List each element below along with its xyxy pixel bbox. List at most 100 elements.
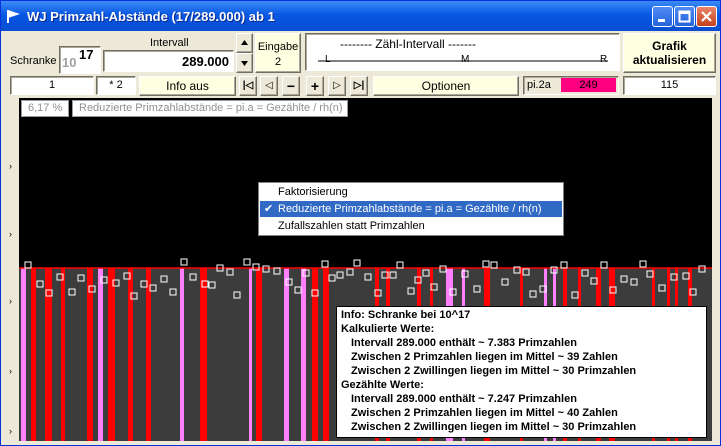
multiplier-field[interactable]: * 2 <box>96 76 136 95</box>
nav-next-button[interactable]: ▷ <box>328 76 346 96</box>
side-arrow-icon[interactable]: › <box>9 229 12 239</box>
plot-marker <box>353 259 361 267</box>
plot-bar-red <box>312 268 318 441</box>
minus-icon: − <box>286 78 296 94</box>
pi-field[interactable]: pi.2a 249 <box>523 76 619 95</box>
plot-bar-red <box>146 268 151 441</box>
nav-last-button[interactable]: ▷| <box>350 76 368 96</box>
info-aus-button[interactable]: Info aus <box>139 76 236 96</box>
start-value: 1 <box>48 79 56 91</box>
plot-bar-pink <box>284 268 289 441</box>
eingabe-label: Eingabe <box>257 41 299 53</box>
plot-bar-red <box>31 268 36 441</box>
plot-marker <box>180 258 188 266</box>
side-arrow-icon[interactable]: › <box>9 426 12 436</box>
zaehl-marker-l: L <box>325 54 331 65</box>
nav-plus-button[interactable]: + <box>306 76 324 96</box>
plot-caption-box: Reduzierte Primzahlabstände = pi.a = Gez… <box>72 100 348 117</box>
plot-bar-pink <box>98 268 103 441</box>
minimize-button[interactable] <box>652 6 673 27</box>
nav-next-icon: ▷ <box>333 80 341 91</box>
plot-bar-red <box>323 268 329 441</box>
plot-marker <box>396 261 404 269</box>
plot-caption: Reduzierte Primzahlabstände = pi.a = Gez… <box>79 102 343 114</box>
nav-prev-icon: ◁ <box>265 80 273 91</box>
schranke-field[interactable]: 10 17 <box>59 46 101 74</box>
info-line: Zwischen 2 Zwillingen liegen im Mittel ~… <box>351 365 637 377</box>
close-icon <box>701 11 712 22</box>
side-arrow-icon[interactable]: › <box>9 366 12 376</box>
plot-bar-red <box>108 268 115 441</box>
plot-marker <box>321 260 329 268</box>
window-title: WJ Primzahl-Abstände (17/289.000) ab 1 <box>27 9 275 24</box>
zaehl-intervall-panel[interactable]: -------- Zähl-Intervall ------- L M R <box>305 33 620 71</box>
nav-minus-button[interactable]: − <box>282 76 300 96</box>
multiplier-value: * 2 <box>109 79 123 91</box>
info-line: Intervall 289.000 enthält ~ 7.247 Primza… <box>351 393 577 405</box>
info-line: Zwischen 2 Zwillingen liegen im Mittel ~… <box>351 421 637 433</box>
count-value: 115 <box>660 79 679 91</box>
plot-marker <box>560 261 568 269</box>
plot-marker <box>490 261 498 269</box>
plot-bar-red <box>61 268 65 441</box>
intervall-label: Intervall <box>150 37 189 49</box>
info-panel: Info: Schranke bei 10^17 Kalkulierte Wer… <box>336 306 707 438</box>
maximize-icon <box>678 10 691 23</box>
plot-bar-red <box>256 268 262 441</box>
maximize-button[interactable] <box>674 6 695 27</box>
zaehl-marker-m: M <box>461 54 470 65</box>
intervall-down-button[interactable] <box>236 53 253 73</box>
pi-label: pi.2a <box>527 79 551 91</box>
app-window: WJ Primzahl-Abstände (17/289.000) ab 1 S… <box>0 0 721 446</box>
schranke-group: Schranke 10 17 Intervall 289.000 <box>4 33 254 75</box>
nav-last-icon: ▷| <box>353 80 365 91</box>
plot-marker <box>243 258 251 266</box>
info-aus-label: Info aus <box>166 79 209 93</box>
pi-value-box: 249 <box>561 78 616 92</box>
context-menu: Faktorisierung ✔ Reduzierte Primzahlabst… <box>258 182 564 236</box>
schranke-base: 10 <box>62 55 77 70</box>
intervall-input[interactable]: 289.000 <box>103 50 234 72</box>
menu-item-reduzierte[interactable]: ✔ Reduzierte Primzahlabstände = pi.a = G… <box>260 201 562 217</box>
menu-item-label: Faktorisierung <box>278 186 348 198</box>
menu-item-label: Reduzierte Primzahlabstände = pi.a = Gez… <box>278 203 542 215</box>
zaehl-intervall-title: -------- Zähl-Intervall ------- <box>340 37 476 51</box>
schranke-exponent: 17 <box>79 47 94 62</box>
info-line: Zwischen 2 Primzahlen liegen im Mittel ~… <box>351 407 618 419</box>
plot-marker <box>482 260 490 268</box>
count-field[interactable]: 115 <box>623 76 716 95</box>
optionen-button[interactable]: Optionen <box>373 76 519 96</box>
menu-item-zufallszahlen[interactable]: Zufallszahlen statt Primzahlen <box>260 218 562 234</box>
percent-box: 6,17 % <box>21 100 69 117</box>
schranke-label: Schranke <box>10 55 57 67</box>
plot-bar-pink <box>21 268 26 441</box>
arrow-down-icon <box>241 61 248 66</box>
menu-item-label: Zufallszahlen statt Primzahlen <box>278 220 425 232</box>
arrow-up-icon <box>241 40 248 45</box>
grafik-line1: Grafik <box>652 39 687 53</box>
side-arrow-icon[interactable]: › <box>9 161 12 171</box>
info-line: Intervall 289.000 enthält ~ 7.383 Primza… <box>351 337 577 349</box>
plus-icon: + <box>310 78 320 94</box>
percent-value: 6,17 % <box>28 102 63 114</box>
nav-first-button[interactable]: |◁ <box>239 76 257 96</box>
plot-bar-pink <box>301 268 306 441</box>
title-bar[interactable]: WJ Primzahl-Abstände (17/289.000) ab 1 <box>1 1 720 31</box>
info-line: Zwischen 2 Primzahlen liegen im Mittel ~… <box>351 351 618 363</box>
side-arrow-icon[interactable]: › <box>9 296 12 306</box>
start-field[interactable]: 1 <box>10 76 94 95</box>
info-line: Gezählte Werte: <box>341 379 424 391</box>
eingabe-value: 2 <box>274 56 282 68</box>
menu-item-faktorisierung[interactable]: Faktorisierung <box>260 184 562 200</box>
close-button[interactable] <box>696 6 717 27</box>
plot-bar-pink <box>249 268 252 441</box>
eingabe-button[interactable]: Eingabe 2 <box>255 33 301 73</box>
grafik-aktualisieren-button[interactable]: Grafik aktualisieren <box>623 33 716 73</box>
pi-value: 249 <box>579 79 598 91</box>
nav-prev-button[interactable]: ◁ <box>260 76 278 96</box>
zaehl-marker-r: R <box>600 54 608 65</box>
plot-bar-red <box>200 268 207 441</box>
plot-marker <box>600 261 608 269</box>
intervall-up-button[interactable] <box>236 33 253 53</box>
app-icon <box>7 10 20 23</box>
